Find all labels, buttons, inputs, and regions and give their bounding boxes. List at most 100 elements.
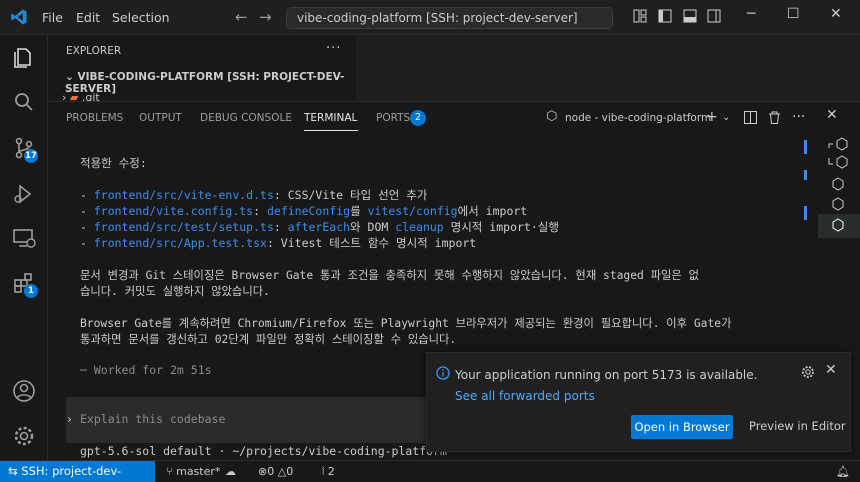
terminal-name[interactable]: node - vibe-coding-platform <box>565 112 711 124</box>
item-text: : CSS/Vite 타입 선언 추가 <box>273 188 428 202</box>
chevron-down-icon[interactable]: ⌄ <box>722 112 730 123</box>
tab-terminal[interactable]: TERMINAL <box>304 112 357 124</box>
more-actions-icon[interactable]: ··· <box>326 41 341 56</box>
editor-area <box>356 35 860 101</box>
terminal-paragraph: 통과하면 문서를 갱신하고 02단계 파일만 정확히 스테이징할 수 있습니다. <box>80 333 457 346</box>
terminal-paragraph: 습니다. 커밋도 실행하지 않았습니다. <box>80 285 270 298</box>
item-text: : Vitest 테스트 함수 명시적 import <box>266 236 477 250</box>
terminal-paragraph: Browser Gate를 계속하려면 Chromium/Firefox 또는 … <box>80 317 732 330</box>
tab-output[interactable]: OUTPUT <box>139 112 182 124</box>
forward-arrow-icon[interactable]: → <box>259 8 272 26</box>
vscode-logo-icon <box>11 9 27 25</box>
scrollbar-decorations <box>804 140 807 220</box>
command-center[interactable]: vibe-coding-platform [SSH: project-dev-s… <box>286 7 613 29</box>
problems-indicator[interactable]: ⊗0 △0 <box>258 465 293 478</box>
notifications-bell-icon[interactable]: 🔔︎ <box>836 465 850 478</box>
back-arrow-icon[interactable]: ← <box>235 8 248 26</box>
file-path: frontend/vite.config.ts <box>93 204 254 218</box>
see-forwarded-ports-link[interactable]: See all forwarded ports <box>455 389 595 403</box>
prompt-placeholder[interactable]: Explain this codebase <box>80 412 225 426</box>
warning-icon: △ <box>277 465 287 478</box>
toggle-panel-icon[interactable] <box>683 9 697 23</box>
git-branch-icon: ⑂ <box>166 465 177 478</box>
close-window-icon[interactable]: ✕ <box>830 6 842 22</box>
explorer-title: EXPLORER <box>66 45 122 57</box>
code-token: vitest/config <box>367 204 458 218</box>
worked-time: ─ Worked for 2m 51s <box>80 363 219 377</box>
file-path: frontend/src/App.test.tsx <box>93 236 267 250</box>
file-path: frontend/src/vite-env.d.ts <box>93 188 274 202</box>
terminal-tab-list[interactable] <box>818 134 860 244</box>
item-text: : <box>273 220 288 234</box>
ports-indicator[interactable]: ⦚ 2 <box>322 465 335 479</box>
item-text: 에서 import <box>457 204 528 218</box>
customize-layout-icon[interactable] <box>633 9 647 23</box>
project-folder-title[interactable]: ⌄ VIBE-CODING-PLATFORM [SSH: PROJECT-DEV… <box>65 71 356 95</box>
menu-selection[interactable]: Selection <box>112 10 170 25</box>
info-icon <box>436 366 450 380</box>
branch-indicator[interactable]: ⑂ master* <box>166 465 220 478</box>
code-token: defineConfig <box>266 204 351 218</box>
chevron-down-icon: ⌄ <box>65 71 78 83</box>
menu-edit[interactable]: Edit <box>76 10 100 25</box>
open-in-browser-button[interactable]: Open in Browser <box>631 415 733 439</box>
item-text: : <box>253 204 267 218</box>
minimize-icon[interactable]: ─ <box>747 6 755 22</box>
gear-icon[interactable] <box>801 365 815 379</box>
toggle-secondary-sidebar-icon[interactable] <box>707 9 721 23</box>
terminal-process-icon: ⬡ <box>546 109 558 124</box>
explorer-files-icon[interactable] <box>12 45 36 69</box>
remote-explorer-icon[interactable] <box>12 226 36 250</box>
branch-name: master* <box>176 465 221 478</box>
code-token: cleanup <box>395 220 444 234</box>
activity-bar: 17 1 <box>0 35 48 460</box>
source-control-badge: 17 <box>24 149 38 163</box>
new-terminal-icon[interactable]: + <box>706 109 718 125</box>
error-count: 0 <box>267 465 275 478</box>
terminal-list-item: - frontend/vite.config.ts: defineConfig를… <box>80 204 528 218</box>
prompt-symbol: › <box>66 412 73 426</box>
remote-label: SSH: project-dev-server <box>8 464 122 482</box>
explorer-sidebar: EXPLORER ··· ⌄ VIBE-CODING-PLATFORM [SSH… <box>48 35 356 104</box>
search-icon[interactable] <box>12 90 36 114</box>
file-path: frontend/src/test/setup.ts <box>93 220 274 234</box>
extensions-badge: 1 <box>24 284 38 298</box>
close-icon[interactable]: ✕ <box>825 362 837 378</box>
close-panel-icon[interactable]: ✕ <box>826 107 838 123</box>
terminal-list-item: - frontend/src/test/setup.ts: afterEach와… <box>80 220 559 234</box>
active-tab-indicator <box>304 130 358 131</box>
notification-message: Your application running on port 5173 is… <box>455 365 775 407</box>
terminal-paragraph: 문서 변경과 Git 스테이징은 Browser Gate 통과 조건을 충족하… <box>80 269 700 282</box>
item-text: 명시적 import·실행 <box>443 220 559 234</box>
title-bar: File Edit Selection ← → vibe-coding-plat… <box>0 0 860 35</box>
manage-gear-icon[interactable] <box>12 424 36 448</box>
error-icon: ⊗ <box>258 465 268 478</box>
toggle-sidebar-icon[interactable] <box>658 9 672 23</box>
warning-count: 0 <box>286 465 294 478</box>
run-debug-icon[interactable] <box>12 182 36 206</box>
more-actions-icon[interactable]: ··· <box>792 109 805 125</box>
tab-ports[interactable]: PORTS <box>376 112 410 124</box>
tab-debug-console[interactable]: DEBUG CONSOLE <box>200 112 292 124</box>
item-text: 와 DOM <box>350 220 396 234</box>
code-token: afterEach <box>287 220 351 234</box>
remote-icon: ⇆ <box>8 464 22 478</box>
ports-count: 2 <box>327 465 335 478</box>
maximize-icon[interactable]: ☐ <box>787 6 800 22</box>
remote-indicator[interactable]: ⇆ SSH: project-dev-server <box>0 461 155 482</box>
status-bar: ⇆ SSH: project-dev-server ⑂ master* ☁ ⊗0… <box>0 460 860 482</box>
tab-problems[interactable]: PROBLEMS <box>66 112 123 124</box>
trash-icon[interactable] <box>768 111 781 124</box>
sync-icon[interactable]: ☁ <box>225 465 236 478</box>
ports-badge: 2 <box>410 110 426 126</box>
terminal-list-item: - frontend/src/App.test.tsx: Vitest 테스트 … <box>80 236 477 250</box>
terminal-heading: 적용한 수정: <box>80 156 147 170</box>
item-text: 를 <box>350 204 368 218</box>
port-forward-notification: Your application running on port 5173 is… <box>426 352 851 452</box>
split-terminal-icon[interactable] <box>744 111 757 124</box>
preview-in-editor-button[interactable]: Preview in Editor <box>749 419 846 433</box>
terminal-list-item: - frontend/src/vite-env.d.ts: CSS/Vite 타… <box>80 188 428 202</box>
menu-file[interactable]: File <box>42 10 63 25</box>
account-icon[interactable] <box>12 379 36 403</box>
project-name: VIBE-CODING-PLATFORM [SSH: PROJECT-DEV-S… <box>65 71 345 95</box>
